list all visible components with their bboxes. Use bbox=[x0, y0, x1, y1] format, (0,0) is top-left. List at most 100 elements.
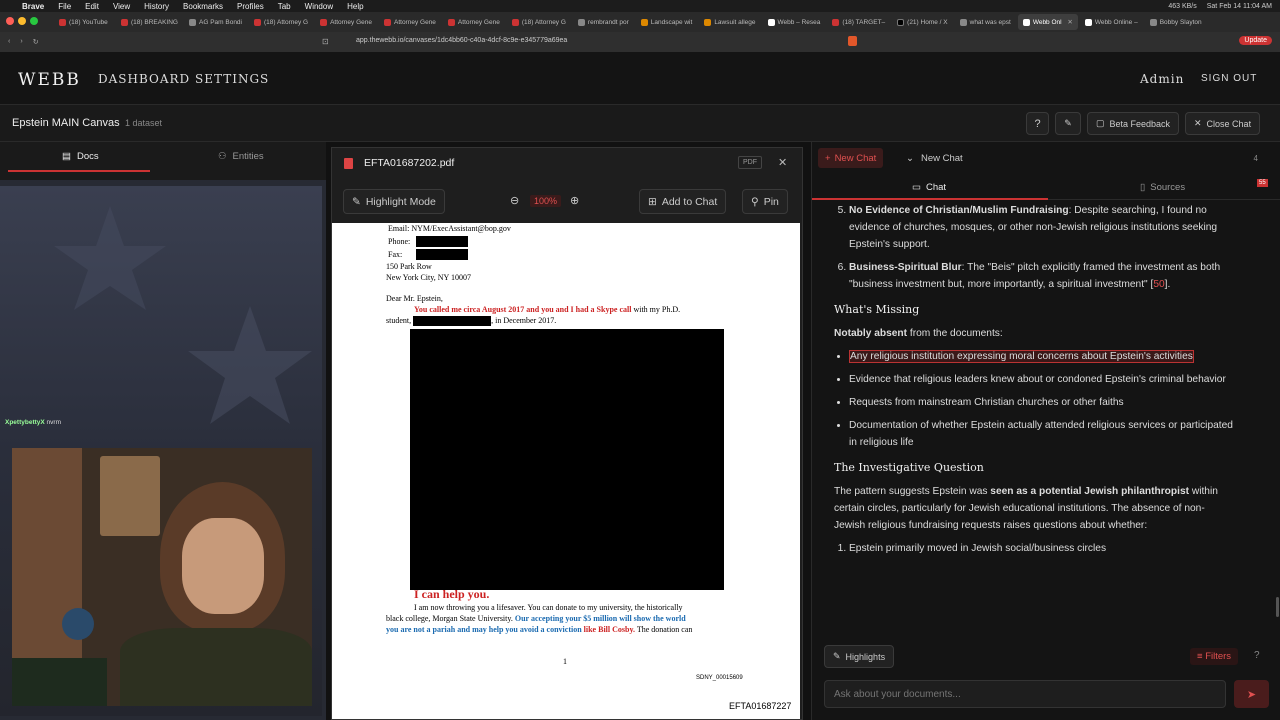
pin-button[interactable]: ⚲ Pin bbox=[742, 189, 788, 214]
page-icon bbox=[704, 18, 712, 26]
close-chat-button[interactable]: ✕ Close Chat bbox=[1185, 112, 1261, 135]
highlight-mode-button[interactable]: ✎ Highlight Mode bbox=[343, 189, 445, 214]
browser-tab[interactable]: Attorney Gene bbox=[379, 14, 441, 30]
admin-link[interactable]: Admin bbox=[1140, 72, 1184, 86]
menu-tab[interactable]: Tab bbox=[278, 2, 291, 11]
close-window-icon[interactable] bbox=[6, 17, 14, 25]
youtube-icon bbox=[121, 18, 128, 26]
page-icon bbox=[959, 18, 967, 26]
missing-list: Any religious institution expressing mor… bbox=[834, 348, 1234, 451]
browser-tab[interactable]: (18) BREAKING bbox=[116, 14, 182, 30]
brave-shield-icon[interactable] bbox=[848, 36, 857, 46]
dataset-count: 1 dataset bbox=[125, 118, 163, 128]
send-button[interactable]: ➤ bbox=[1234, 680, 1269, 708]
browser-tab[interactable]: AG Pam Bondi bbox=[184, 14, 247, 30]
update-button[interactable]: Update bbox=[1239, 36, 1272, 45]
menu-profiles[interactable]: Profiles bbox=[237, 2, 264, 11]
filters-button[interactable]: ≡ Filters bbox=[1190, 648, 1239, 665]
close-icon: ✕ bbox=[1194, 118, 1202, 128]
pdf-page-number: 1 bbox=[563, 657, 567, 666]
close-tab-icon[interactable]: ✕ bbox=[1067, 18, 1072, 26]
browser-tab[interactable]: Webb Online – bbox=[1080, 14, 1143, 30]
webb-icon bbox=[1084, 18, 1092, 26]
menu-app-name[interactable]: Brave bbox=[22, 2, 44, 11]
highlighter-icon[interactable]: ✎ bbox=[1055, 112, 1081, 135]
list-item: Requests from mainstream Christian churc… bbox=[849, 394, 1234, 411]
book-icon: ▯ bbox=[1140, 182, 1146, 193]
help-icon[interactable]: ? bbox=[1026, 112, 1049, 135]
menu-edit[interactable]: Edit bbox=[85, 2, 99, 11]
list-item: Epstein primarily moved in Jewish social… bbox=[849, 540, 1234, 557]
help-icon[interactable]: ? bbox=[1254, 650, 1260, 661]
browser-tab[interactable]: (18) YouTube bbox=[54, 14, 114, 30]
back-icon[interactable]: ‹ bbox=[8, 38, 10, 46]
pdf-greeting: Dear Mr. Epstein, bbox=[386, 294, 443, 303]
network-speed: 463 KB/s bbox=[1168, 2, 1197, 10]
zoom-in-icon[interactable]: ⊕ bbox=[570, 194, 579, 207]
active-tab-indicator bbox=[8, 170, 150, 172]
browser-tab-active[interactable]: Webb Onl ✕ bbox=[1017, 14, 1078, 30]
chat-message: nvrm bbox=[46, 419, 61, 426]
browser-tab[interactable]: (21) Home / X bbox=[892, 14, 952, 30]
browser-tab-strip: (18) YouTube (18) BREAKING AG Pam Bondi … bbox=[0, 12, 1280, 32]
pdf-body-1: I am now throwing you a lifesaver. You c… bbox=[414, 603, 683, 612]
menu-history[interactable]: History bbox=[144, 2, 169, 11]
url-field[interactable]: app.thewebb.io/canvases/1dc4bb60-c40a-4d… bbox=[356, 37, 567, 44]
browser-tab[interactable]: Attorney Gene bbox=[443, 14, 505, 30]
browser-tab[interactable]: Lawsuit allege bbox=[699, 14, 760, 30]
reload-icon[interactable]: ↻ bbox=[33, 38, 39, 46]
highlighted-text[interactable]: Any religious institution expressing mor… bbox=[849, 350, 1194, 363]
tab-docs[interactable]: ▤ Docs bbox=[62, 151, 99, 162]
highlights-button[interactable]: ✎ Highlights bbox=[824, 645, 895, 668]
bookmark-icon[interactable]: ⊡ bbox=[322, 37, 329, 46]
pin-icon: ⚲ bbox=[751, 195, 759, 208]
browser-tab[interactable]: Landscape wit bbox=[636, 14, 698, 30]
browser-tab[interactable]: (18) TARGET– bbox=[827, 14, 890, 30]
youtube-icon bbox=[384, 18, 391, 26]
beta-feedback-button[interactable]: ▢ Beta Feedback bbox=[1087, 112, 1180, 135]
clock[interactable]: Sat Feb 14 11:04 AM bbox=[1207, 3, 1272, 10]
menu-window[interactable]: Window bbox=[305, 2, 333, 11]
browser-tab[interactable]: (18) Attorney G bbox=[507, 14, 571, 30]
highlighter-icon: ✎ bbox=[833, 651, 841, 661]
nav-dashboard[interactable]: DASHBOARD bbox=[98, 72, 190, 86]
chat-input[interactable] bbox=[824, 680, 1226, 708]
sign-out-link[interactable]: SIGN OUT bbox=[1201, 73, 1257, 84]
youtube-icon bbox=[511, 18, 519, 26]
page-icon bbox=[767, 18, 775, 26]
tab-chat[interactable]: ▭ Chat bbox=[912, 182, 946, 193]
chat-select-dropdown[interactable]: ⌄ New Chat 4 bbox=[900, 148, 1264, 168]
menu-view[interactable]: View bbox=[113, 2, 130, 11]
scrollbar-thumb[interactable] bbox=[1276, 597, 1279, 617]
webcam-video bbox=[12, 448, 312, 706]
new-chat-button[interactable]: + New Chat bbox=[818, 148, 884, 168]
browser-tab[interactable]: Attorney Gene bbox=[315, 14, 377, 30]
browser-tab[interactable]: Bobby Slayton bbox=[1145, 14, 1207, 30]
menu-bookmarks[interactable]: Bookmarks bbox=[183, 2, 223, 11]
tab-entities[interactable]: ⚇ Entities bbox=[218, 151, 264, 162]
browser-tab[interactable]: Webb – Resea bbox=[763, 14, 826, 30]
menu-file[interactable]: File bbox=[58, 2, 71, 11]
pdf-address-1: 150 Park Row bbox=[386, 262, 432, 271]
nav-settings[interactable]: SETTINGS bbox=[195, 72, 269, 86]
citation-link[interactable]: 50 bbox=[1153, 279, 1164, 290]
zoom-out-icon[interactable]: ⊖ bbox=[510, 194, 519, 207]
youtube-icon bbox=[320, 18, 328, 26]
os-menubar: Brave File Edit View History Bookmarks P… bbox=[0, 0, 1280, 12]
browser-tab[interactable]: (18) Attorney G bbox=[249, 14, 313, 30]
active-tab-indicator bbox=[812, 198, 1048, 200]
section-heading: What's Missing bbox=[834, 303, 920, 316]
close-pdf-icon[interactable]: ✕ bbox=[778, 156, 787, 169]
pdf-filename: EFTA01687202.pdf bbox=[364, 157, 455, 169]
browser-tab[interactable]: rembrandt por bbox=[573, 14, 634, 30]
app-logo[interactable]: WEBB bbox=[18, 70, 81, 90]
add-to-chat-button[interactable]: ⊞ Add to Chat bbox=[639, 189, 727, 214]
minimize-window-icon[interactable] bbox=[18, 17, 26, 25]
list-item: No Evidence of Christian/Muslim Fundrais… bbox=[849, 202, 1234, 253]
menu-help[interactable]: Help bbox=[347, 2, 363, 11]
address-bar: ‹ › ↻ ⊡ app.thewebb.io/canvases/1dc4bb60… bbox=[0, 32, 1280, 52]
tab-sources[interactable]: ▯ Sources bbox=[1140, 182, 1185, 193]
browser-tab[interactable]: what was epst bbox=[955, 14, 1016, 30]
maximize-window-icon[interactable] bbox=[30, 17, 38, 25]
forward-icon[interactable]: › bbox=[20, 38, 22, 46]
